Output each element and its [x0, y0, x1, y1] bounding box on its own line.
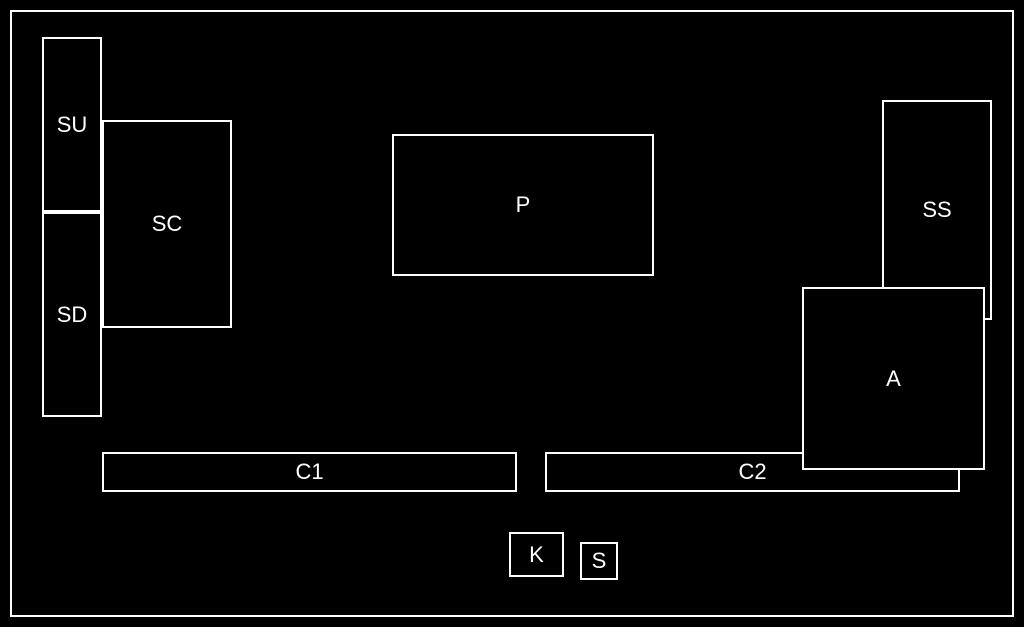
box-c1: C1 — [102, 452, 517, 492]
label-ss: SS — [922, 197, 951, 223]
label-c1: C1 — [295, 459, 323, 485]
box-s: S — [580, 542, 618, 580]
label-k: K — [529, 542, 544, 568]
label-s: S — [592, 548, 607, 574]
box-k: K — [509, 532, 564, 577]
label-c2: C2 — [738, 459, 766, 485]
label-a: A — [886, 366, 901, 392]
box-sc: SC — [102, 120, 232, 328]
box-sd: SD — [42, 212, 102, 417]
box-su: SU — [42, 37, 102, 212]
label-p: P — [516, 192, 531, 218]
box-p: P — [392, 134, 654, 276]
label-sd: SD — [57, 302, 88, 328]
box-a: A — [802, 287, 985, 470]
label-su: SU — [57, 112, 88, 138]
label-sc: SC — [152, 211, 183, 237]
diagram-canvas: SU SD SC P SS A C1 C2 K S — [10, 10, 1014, 617]
